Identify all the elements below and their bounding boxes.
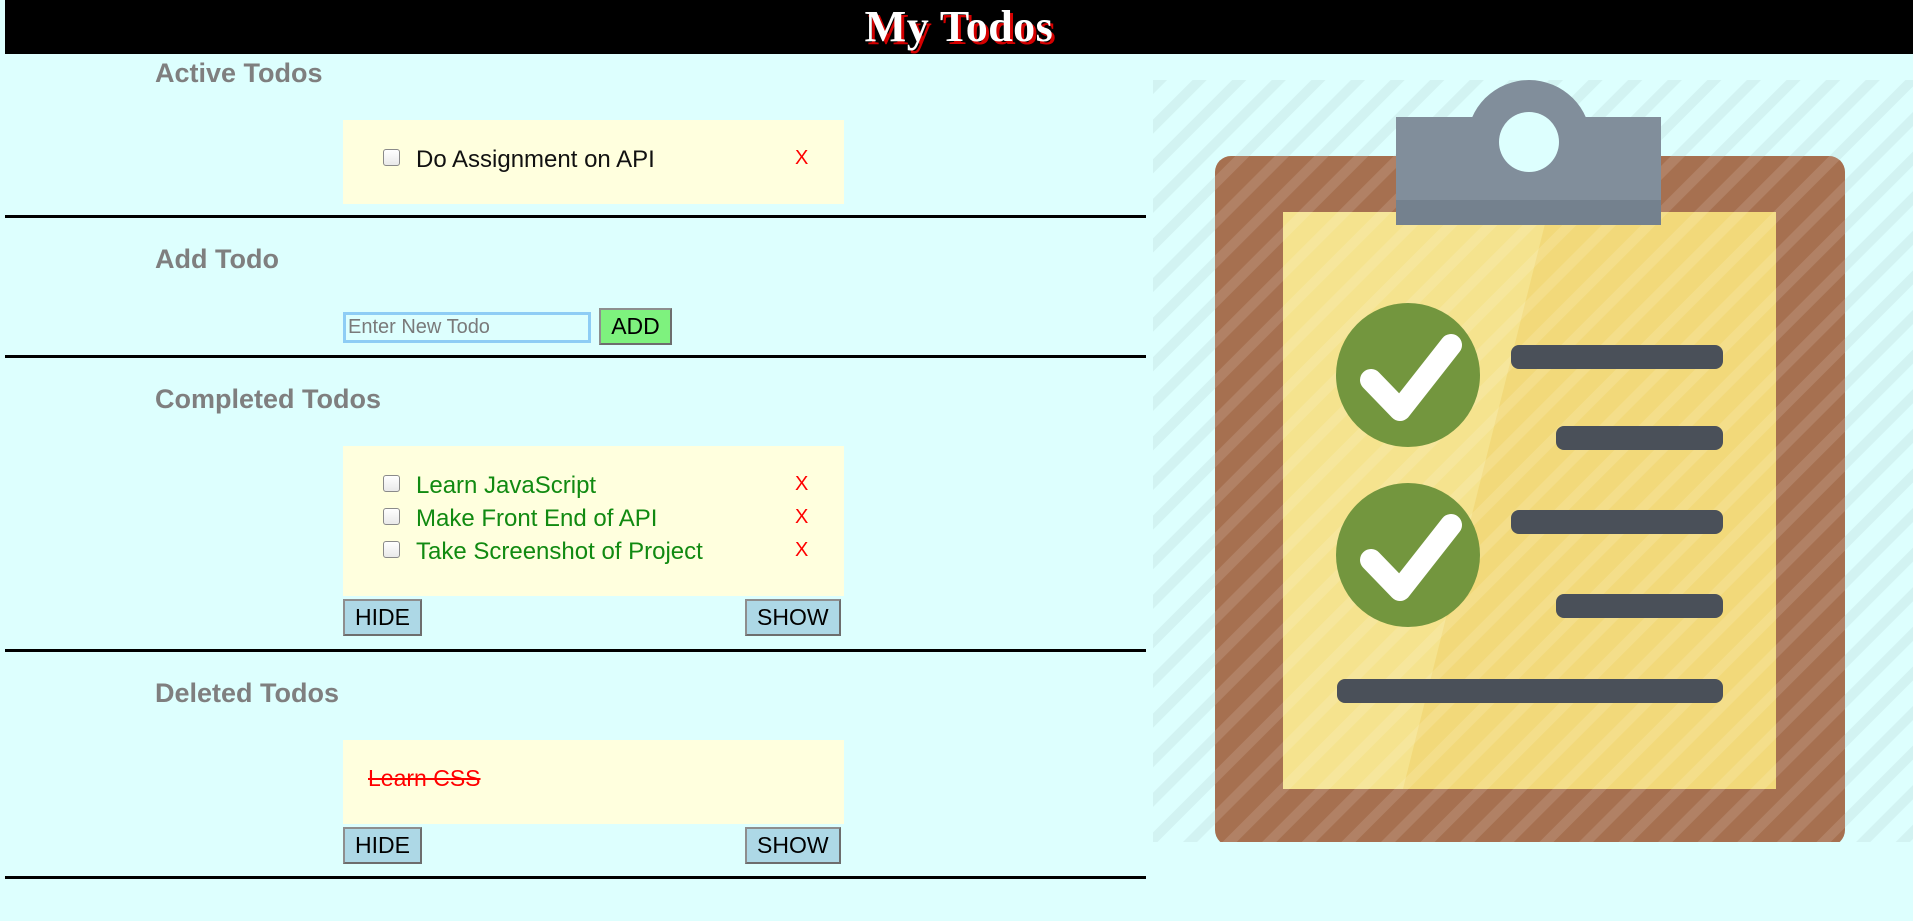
deleted-todos-list: Learn CSS	[343, 740, 844, 824]
divider	[5, 649, 1146, 652]
new-todo-input[interactable]	[343, 312, 591, 343]
active-todos-title: Active Todos	[155, 58, 323, 88]
todo-checkbox[interactable]	[383, 475, 400, 492]
todo-checkbox[interactable]	[383, 149, 400, 166]
add-todo-title: Add Todo	[155, 244, 279, 274]
delete-todo-button[interactable]: X	[795, 143, 808, 173]
todo-text: Take Screenshot of Project	[416, 538, 703, 565]
completed-todo-item: Learn JavaScript X	[343, 471, 844, 501]
delete-todo-button[interactable]: X	[795, 469, 808, 499]
deleted-todo-text: Learn CSS	[368, 765, 481, 791]
show-deleted-button[interactable]: SHOW	[745, 827, 841, 864]
todo-app: My Todos Active Todos Do Assignment on A…	[0, 0, 1913, 921]
page-title: My Todos	[864, 2, 1054, 51]
delete-todo-button[interactable]: X	[795, 535, 808, 565]
completed-todo-item: Take Screenshot of Project X	[343, 537, 844, 567]
todo-text: Make Front End of API	[416, 505, 658, 532]
clipboard-checklist-icon	[1153, 80, 1913, 846]
completed-todo-item: Make Front End of API X	[343, 504, 844, 534]
todo-text: Learn JavaScript	[416, 472, 597, 499]
delete-todo-button[interactable]: X	[795, 502, 808, 532]
todo-text: Do Assignment on API	[416, 146, 655, 173]
divider	[5, 215, 1146, 218]
todo-checkbox[interactable]	[383, 508, 400, 525]
app-header: My Todos	[5, 0, 1913, 54]
divider	[5, 355, 1146, 358]
todo-checkbox[interactable]	[383, 541, 400, 558]
completed-todos-list: Learn JavaScript X Make Front End of API…	[343, 446, 844, 596]
show-completed-button[interactable]: SHOW	[745, 599, 841, 636]
hide-deleted-button[interactable]: HIDE	[343, 827, 422, 864]
hide-completed-button[interactable]: HIDE	[343, 599, 422, 636]
add-todo-button[interactable]: ADD	[599, 308, 672, 345]
deleted-todos-title: Deleted Todos	[155, 678, 340, 708]
completed-todos-title: Completed Todos	[155, 384, 381, 414]
active-todo-item: Do Assignment on API X	[343, 145, 844, 175]
active-todos-list: Do Assignment on API X	[343, 120, 844, 204]
divider	[5, 876, 1146, 879]
